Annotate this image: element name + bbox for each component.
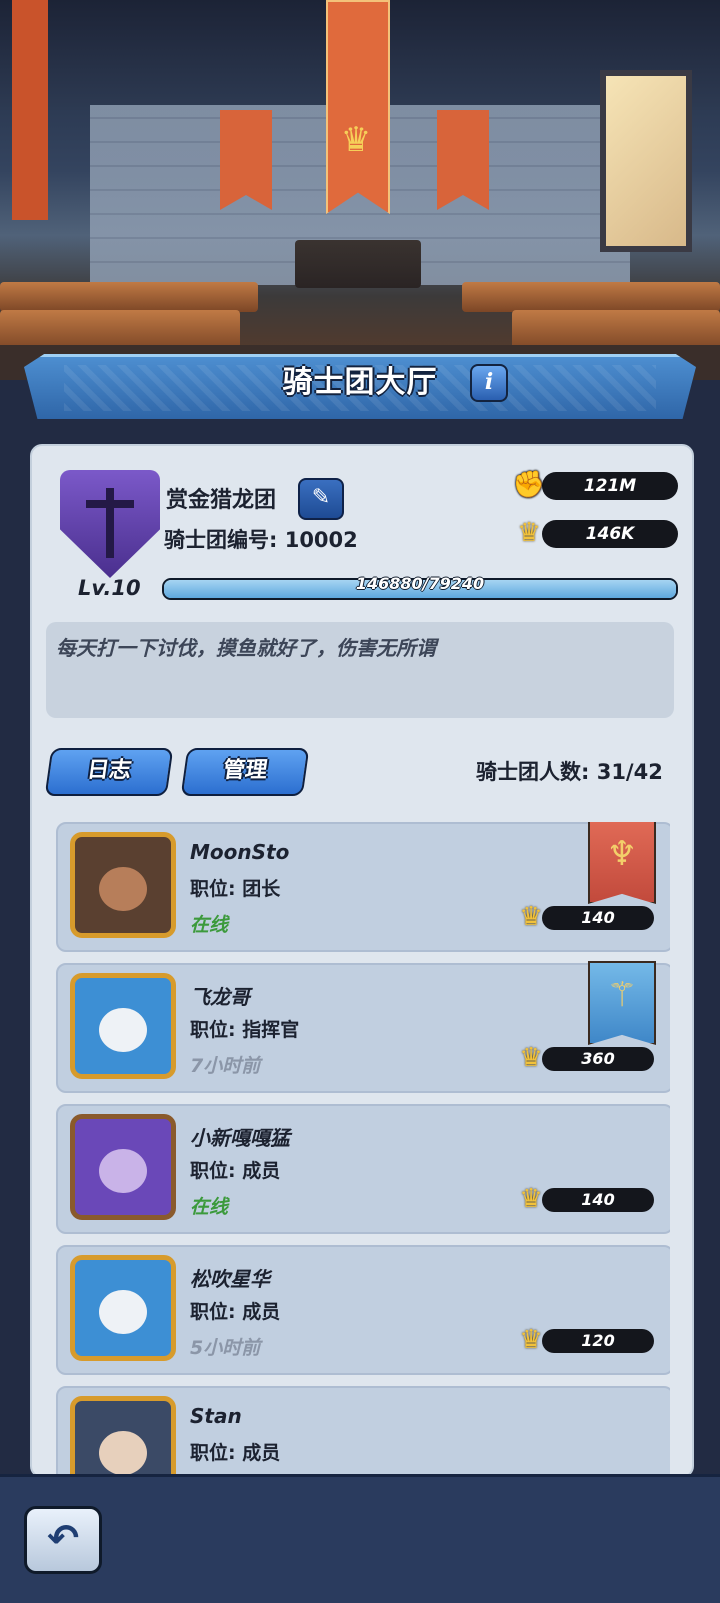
member-count: 骑士团人数: 31/42 — [476, 760, 663, 784]
member-avatar — [70, 832, 176, 938]
member-role: 职位: 成员 — [190, 1301, 281, 1323]
member-row[interactable]: 小新嘎嘎猛 职位: 成员 在线 140 ♛ — [56, 1104, 670, 1234]
member-row[interactable]: 飞龙哥 职位: 指挥官 7小时前 ⚚ 360 ♛ — [56, 961, 670, 1093]
member-status: 在线 — [190, 914, 229, 936]
crown-icon: ♛ — [519, 902, 543, 932]
member-avatar — [70, 1255, 176, 1361]
member-score-value: 360 — [542, 1047, 654, 1071]
manage-button[interactable]: 管理 — [180, 748, 310, 796]
member-role: 职位: 成员 — [190, 1160, 281, 1182]
member-avatar — [70, 1396, 176, 1474]
guild-trophy-value: 146K — [542, 520, 678, 548]
crown-icon: ♛ — [519, 1184, 543, 1214]
member-name: Stan — [190, 1404, 242, 1428]
member-avatar — [70, 973, 176, 1079]
hall-banner-dragon-left — [220, 110, 272, 210]
guild-level: Lv.10 — [78, 576, 141, 600]
guild-name: 赏金猎龙团 — [166, 488, 277, 513]
avatar-face — [99, 1290, 147, 1334]
member-role: 职位: 指挥官 — [190, 1019, 300, 1041]
hall-banner-left — [12, 0, 48, 220]
guild-notice-text: 每天打一下讨伐，摸鱼就好了，伤害无所谓 — [56, 636, 436, 660]
hall-table — [0, 282, 258, 312]
crown-emblem-icon: ♛ — [340, 120, 372, 160]
guild-power-value: 121M — [542, 472, 678, 500]
member-row[interactable]: MoonSto 职位: 团长 在线 ♆ 140 ♛ — [56, 822, 670, 952]
hall-table — [512, 310, 720, 350]
member-role: 职位: 团长 — [190, 878, 281, 900]
member-list[interactable]: MoonSto 职位: 团长 在线 ♆ 140 ♛ 飞龙哥 职位: 指挥官 7小… — [56, 822, 670, 1474]
fist-icon: ✊ — [512, 470, 546, 500]
member-status: 5小时前 — [190, 1337, 261, 1359]
hall-altar — [295, 240, 421, 288]
guild-trophy-stat: 146K ♛ — [512, 518, 678, 548]
avatar-face — [99, 867, 147, 911]
member-score: 140 ♛ — [519, 1184, 654, 1214]
xp-progress-text: 146880/79240 — [355, 574, 485, 593]
guild-emblem-sword-icon — [86, 500, 134, 508]
crown-icon: ♛ — [519, 1325, 543, 1355]
crown-icon: ♛ — [517, 518, 541, 548]
hall-window — [600, 70, 692, 252]
member-score: 140 ♛ — [519, 902, 654, 932]
leader-flag-icon: ♆ — [588, 822, 656, 904]
page-title: 骑士团大厅 — [282, 365, 438, 400]
bottom-bar — [0, 1474, 720, 1603]
avatar-face — [99, 1149, 147, 1193]
hall-banner-crown — [326, 0, 390, 214]
commander-flag-icon: ⚚ — [588, 961, 656, 1045]
member-score: 360 ♛ — [519, 1043, 654, 1073]
guild-power-stat: 121M ✊ — [512, 470, 678, 500]
avatar-face — [99, 1008, 147, 1052]
member-status: 在线 — [190, 1196, 229, 1218]
member-status: 7小时前 — [190, 1055, 261, 1077]
member-name: 飞龙哥 — [190, 985, 250, 1009]
info-button[interactable]: i — [470, 364, 508, 402]
hall-background: ♛ — [0, 0, 720, 380]
pencil-icon: ✎ — [311, 485, 331, 510]
member-score-value: 120 — [542, 1329, 654, 1353]
log-button[interactable]: 日志 — [44, 748, 174, 796]
member-score: 120 ♛ — [519, 1325, 654, 1355]
member-row[interactable]: 松吹星华 职位: 成员 5小时前 120 ♛ — [56, 1245, 670, 1375]
member-name: 松吹星华 — [190, 1267, 270, 1291]
crown-icon: ♛ — [519, 1043, 543, 1073]
member-score-value: 140 — [542, 906, 654, 930]
member-role: 职位: 成员 — [190, 1442, 281, 1464]
member-score-value: 140 — [542, 1188, 654, 1212]
back-arrow-icon: ↶ — [47, 1516, 79, 1560]
hall-banner-dragon-right — [437, 110, 489, 210]
member-name: MoonSto — [190, 840, 290, 864]
member-row[interactable]: Stan 职位: 成员 — [56, 1386, 670, 1474]
guild-id: 骑士团编号: 10002 — [164, 528, 358, 552]
member-name: 小新嘎嘎猛 — [190, 1126, 290, 1150]
back-button[interactable]: ↶ — [24, 1506, 102, 1574]
hall-table — [462, 282, 720, 312]
hall-table — [0, 310, 240, 350]
edit-name-button[interactable]: ✎ — [298, 478, 344, 520]
avatar-face — [99, 1431, 147, 1474]
member-avatar — [70, 1114, 176, 1220]
